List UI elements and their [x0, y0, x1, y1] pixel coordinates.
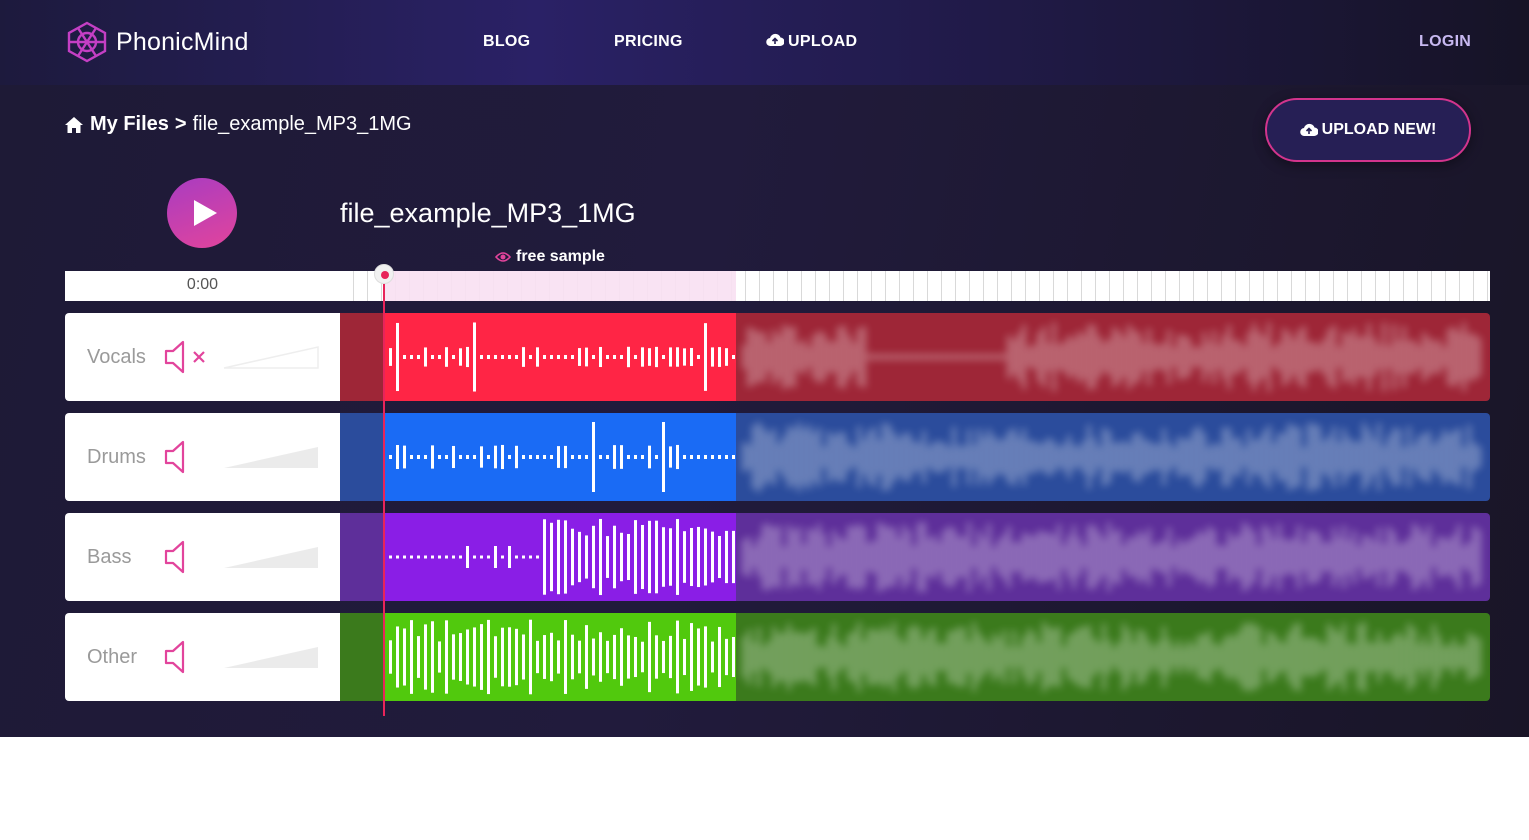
waveform-locked-region: [736, 613, 1490, 701]
waveform-active-sample: [383, 313, 736, 401]
stem-waveform[interactable]: [340, 513, 1490, 601]
volume-slider[interactable]: [223, 346, 319, 370]
stem-waveform[interactable]: [340, 613, 1490, 701]
nav-upload[interactable]: UPLOAD: [766, 33, 857, 51]
brand-name: PhonicMind: [116, 27, 249, 56]
stem-label: Bass: [87, 546, 132, 568]
stem-label: Other: [87, 646, 138, 668]
free-sample-region: [383, 271, 736, 301]
volume-slider[interactable]: [223, 546, 319, 570]
play-icon: [193, 200, 217, 226]
locked-waveform-bars: [742, 522, 1481, 592]
stem-row-other: Other: [65, 613, 1490, 701]
top-navbar: PhonicMind BLOG PRICING UPLOAD LOGIN: [0, 0, 1529, 85]
waveform-active-sample: [383, 613, 736, 701]
nav-pricing[interactable]: PRICING: [614, 33, 683, 51]
active-waveform-bars: [389, 518, 735, 596]
speaker-icon[interactable]: [163, 439, 211, 475]
stem-label: Drums: [87, 446, 146, 468]
speaker-muted-icon[interactable]: [163, 339, 211, 375]
waveform-pre-sample: [340, 613, 383, 701]
cloud-upload-icon: [1299, 123, 1318, 137]
free-sample-indicator: free sample: [495, 248, 605, 266]
playhead-handle[interactable]: [374, 264, 394, 284]
volume-slider[interactable]: [223, 446, 319, 470]
current-time: 0:00: [186, 276, 219, 293]
stem-controls: Bass: [65, 513, 340, 601]
active-waveform-bars: [389, 322, 735, 392]
eye-icon: [495, 252, 511, 262]
speaker-icon[interactable]: [163, 639, 211, 675]
waveform-active-sample: [383, 513, 736, 601]
stem-waveform[interactable]: [340, 313, 1490, 401]
stem-controls: Drums: [65, 413, 340, 501]
home-icon[interactable]: [64, 116, 84, 134]
stem-waveform[interactable]: [340, 413, 1490, 501]
phonicmind-logo-icon: [67, 21, 107, 63]
speaker-icon[interactable]: [163, 539, 211, 575]
breadcrumb-my-files[interactable]: My Files: [90, 113, 169, 136]
waveform-pre-sample: [340, 513, 383, 601]
free-sample-label: free sample: [516, 248, 605, 265]
waveform-pre-sample: [340, 413, 383, 501]
stem-label: Vocals: [87, 346, 146, 368]
waveform-pre-sample: [340, 313, 383, 401]
stem-row-drums: Drums: [65, 413, 1490, 501]
upload-new-button[interactable]: UPLOAD NEW!: [1265, 98, 1471, 162]
stem-controls: Other: [65, 613, 340, 701]
play-button[interactable]: [167, 178, 237, 248]
volume-slider[interactable]: [223, 646, 319, 670]
upload-new-label: UPLOAD NEW!: [1321, 121, 1437, 138]
locked-waveform-bars: [742, 322, 1481, 392]
active-waveform-bars: [389, 619, 735, 695]
stem-controls: Vocals: [65, 313, 340, 401]
waveform-locked-region: [736, 313, 1490, 401]
breadcrumb-separator: >: [174, 113, 187, 135]
waveform-locked-region: [736, 413, 1490, 501]
waveform-locked-region: [736, 513, 1490, 601]
cloud-upload-icon: [766, 33, 785, 47]
waveform-active-sample: [383, 413, 736, 501]
breadcrumb: My Files > file_example_MP3_1MG: [64, 113, 412, 136]
stem-row-vocals: Vocals: [65, 313, 1490, 401]
locked-waveform-bars: [742, 422, 1481, 492]
nav-login[interactable]: LOGIN: [1419, 33, 1471, 51]
stem-row-bass: Bass: [65, 513, 1490, 601]
playhead-line: [383, 266, 385, 716]
breadcrumb-current: file_example_MP3_1MG: [192, 113, 412, 135]
nav-upload-label: UPLOAD: [788, 33, 858, 50]
track-title: file_example_MP3_1MG: [340, 198, 636, 228]
timeline-ruler[interactable]: 0:00: [65, 271, 1490, 301]
nav-blog[interactable]: BLOG: [483, 33, 530, 51]
brand-logo[interactable]: PhonicMind: [64, 20, 249, 64]
locked-waveform-bars: [742, 622, 1481, 692]
app-root: PhonicMind BLOG PRICING UPLOAD LOGIN My …: [0, 0, 1529, 737]
active-waveform-bars: [389, 422, 735, 492]
